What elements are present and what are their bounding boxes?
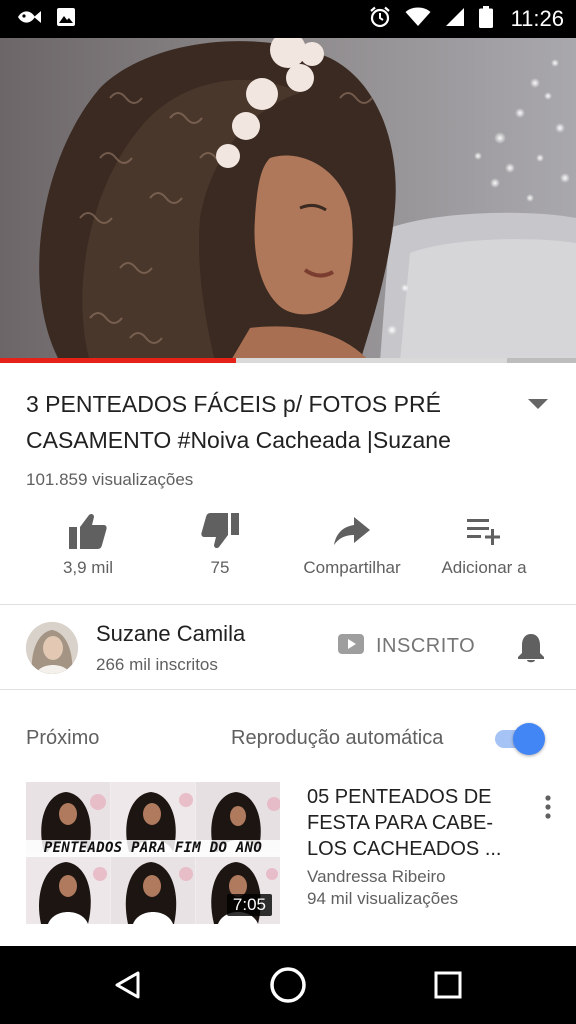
recents-button[interactable] bbox=[423, 962, 473, 1008]
dislike-count: 75 bbox=[210, 558, 230, 577]
alarm-icon bbox=[369, 6, 391, 33]
status-time: 11:26 bbox=[510, 6, 564, 31]
video-player[interactable] bbox=[0, 38, 576, 362]
fish-icon bbox=[16, 8, 42, 31]
chevron-down-icon bbox=[528, 399, 548, 409]
thumbnail-caption: PENTEADOS PARA FIM DO ANO bbox=[26, 840, 280, 857]
autoplay-toggle[interactable] bbox=[493, 722, 547, 756]
notification-bell-button[interactable] bbox=[515, 631, 547, 665]
divider bbox=[0, 689, 576, 690]
more-vert-icon bbox=[545, 795, 551, 819]
youtube-play-icon bbox=[338, 634, 364, 659]
recents-icon bbox=[434, 971, 462, 999]
image-icon bbox=[56, 7, 76, 32]
divider bbox=[0, 604, 576, 605]
video-frame bbox=[0, 38, 576, 362]
video-title: 3 PENTEADOS FÁCEIS p/ FOTOS PRÉ CASAMENT… bbox=[26, 391, 451, 453]
view-count: 101.859 visualizações bbox=[26, 470, 194, 489]
autoplay-label: Reprodução automática bbox=[231, 727, 444, 749]
recommended-title[interactable]: 05 PENTEADOS DE FESTA PARA CABE-LOS CACH… bbox=[307, 784, 517, 862]
recommended-views: 94 mil visualizações bbox=[307, 889, 459, 908]
like-button[interactable]: 3,9 mil bbox=[22, 508, 154, 592]
video-actions: 3,9 mil 75 Compartilhar Adicionar a bbox=[22, 508, 552, 592]
avatar-image bbox=[26, 622, 78, 674]
video-duration: 7:05 bbox=[226, 894, 272, 916]
recommended-channel: Vandressa Ribeiro bbox=[307, 867, 446, 886]
toggle-knob bbox=[513, 723, 545, 755]
back-button[interactable] bbox=[103, 962, 153, 1008]
battery-icon bbox=[478, 5, 493, 33]
back-icon bbox=[115, 971, 140, 999]
more-options-button[interactable] bbox=[536, 792, 560, 822]
share-icon bbox=[334, 508, 370, 554]
wifi-icon bbox=[405, 7, 431, 32]
expand-description-button[interactable] bbox=[524, 392, 552, 416]
status-right-icons: 11:26 bbox=[369, 5, 564, 33]
navigation-bar bbox=[0, 946, 576, 1024]
share-label: Compartilhar bbox=[303, 558, 401, 577]
status-bar: 11:26 bbox=[0, 0, 576, 38]
up-next-label: Próximo bbox=[26, 727, 100, 749]
progress-played bbox=[0, 358, 237, 363]
add-to-playlist-icon bbox=[467, 508, 501, 554]
share-button[interactable]: Compartilhar bbox=[286, 508, 418, 592]
thumbs-down-icon bbox=[201, 508, 239, 554]
dislike-button[interactable]: 75 bbox=[154, 508, 286, 592]
channel-avatar[interactable] bbox=[26, 622, 78, 674]
signal-icon bbox=[445, 7, 465, 32]
subscribed-label: INSCRITO bbox=[376, 635, 476, 657]
add-to-playlist-button[interactable]: Adicionar a bbox=[418, 508, 550, 592]
home-button[interactable] bbox=[263, 962, 313, 1008]
bell-icon bbox=[518, 634, 544, 663]
channel-name[interactable]: Suzane Camila bbox=[96, 621, 245, 647]
recommended-video[interactable]: PENTEADOS PARA FIM DO ANO 7:05 05 PENTEA… bbox=[26, 782, 556, 926]
progress-bar[interactable] bbox=[0, 358, 576, 363]
subscribed-button[interactable]: INSCRITO bbox=[338, 634, 475, 659]
video-thumbnail[interactable]: PENTEADOS PARA FIM DO ANO 7:05 bbox=[26, 782, 280, 924]
subscriber-count: 266 mil inscritos bbox=[96, 655, 218, 674]
thumbs-up-icon bbox=[69, 508, 107, 554]
status-left-icons bbox=[16, 7, 76, 32]
like-count: 3,9 mil bbox=[62, 558, 114, 577]
home-icon bbox=[270, 967, 306, 1003]
add-to-label: Adicionar a bbox=[441, 558, 527, 577]
